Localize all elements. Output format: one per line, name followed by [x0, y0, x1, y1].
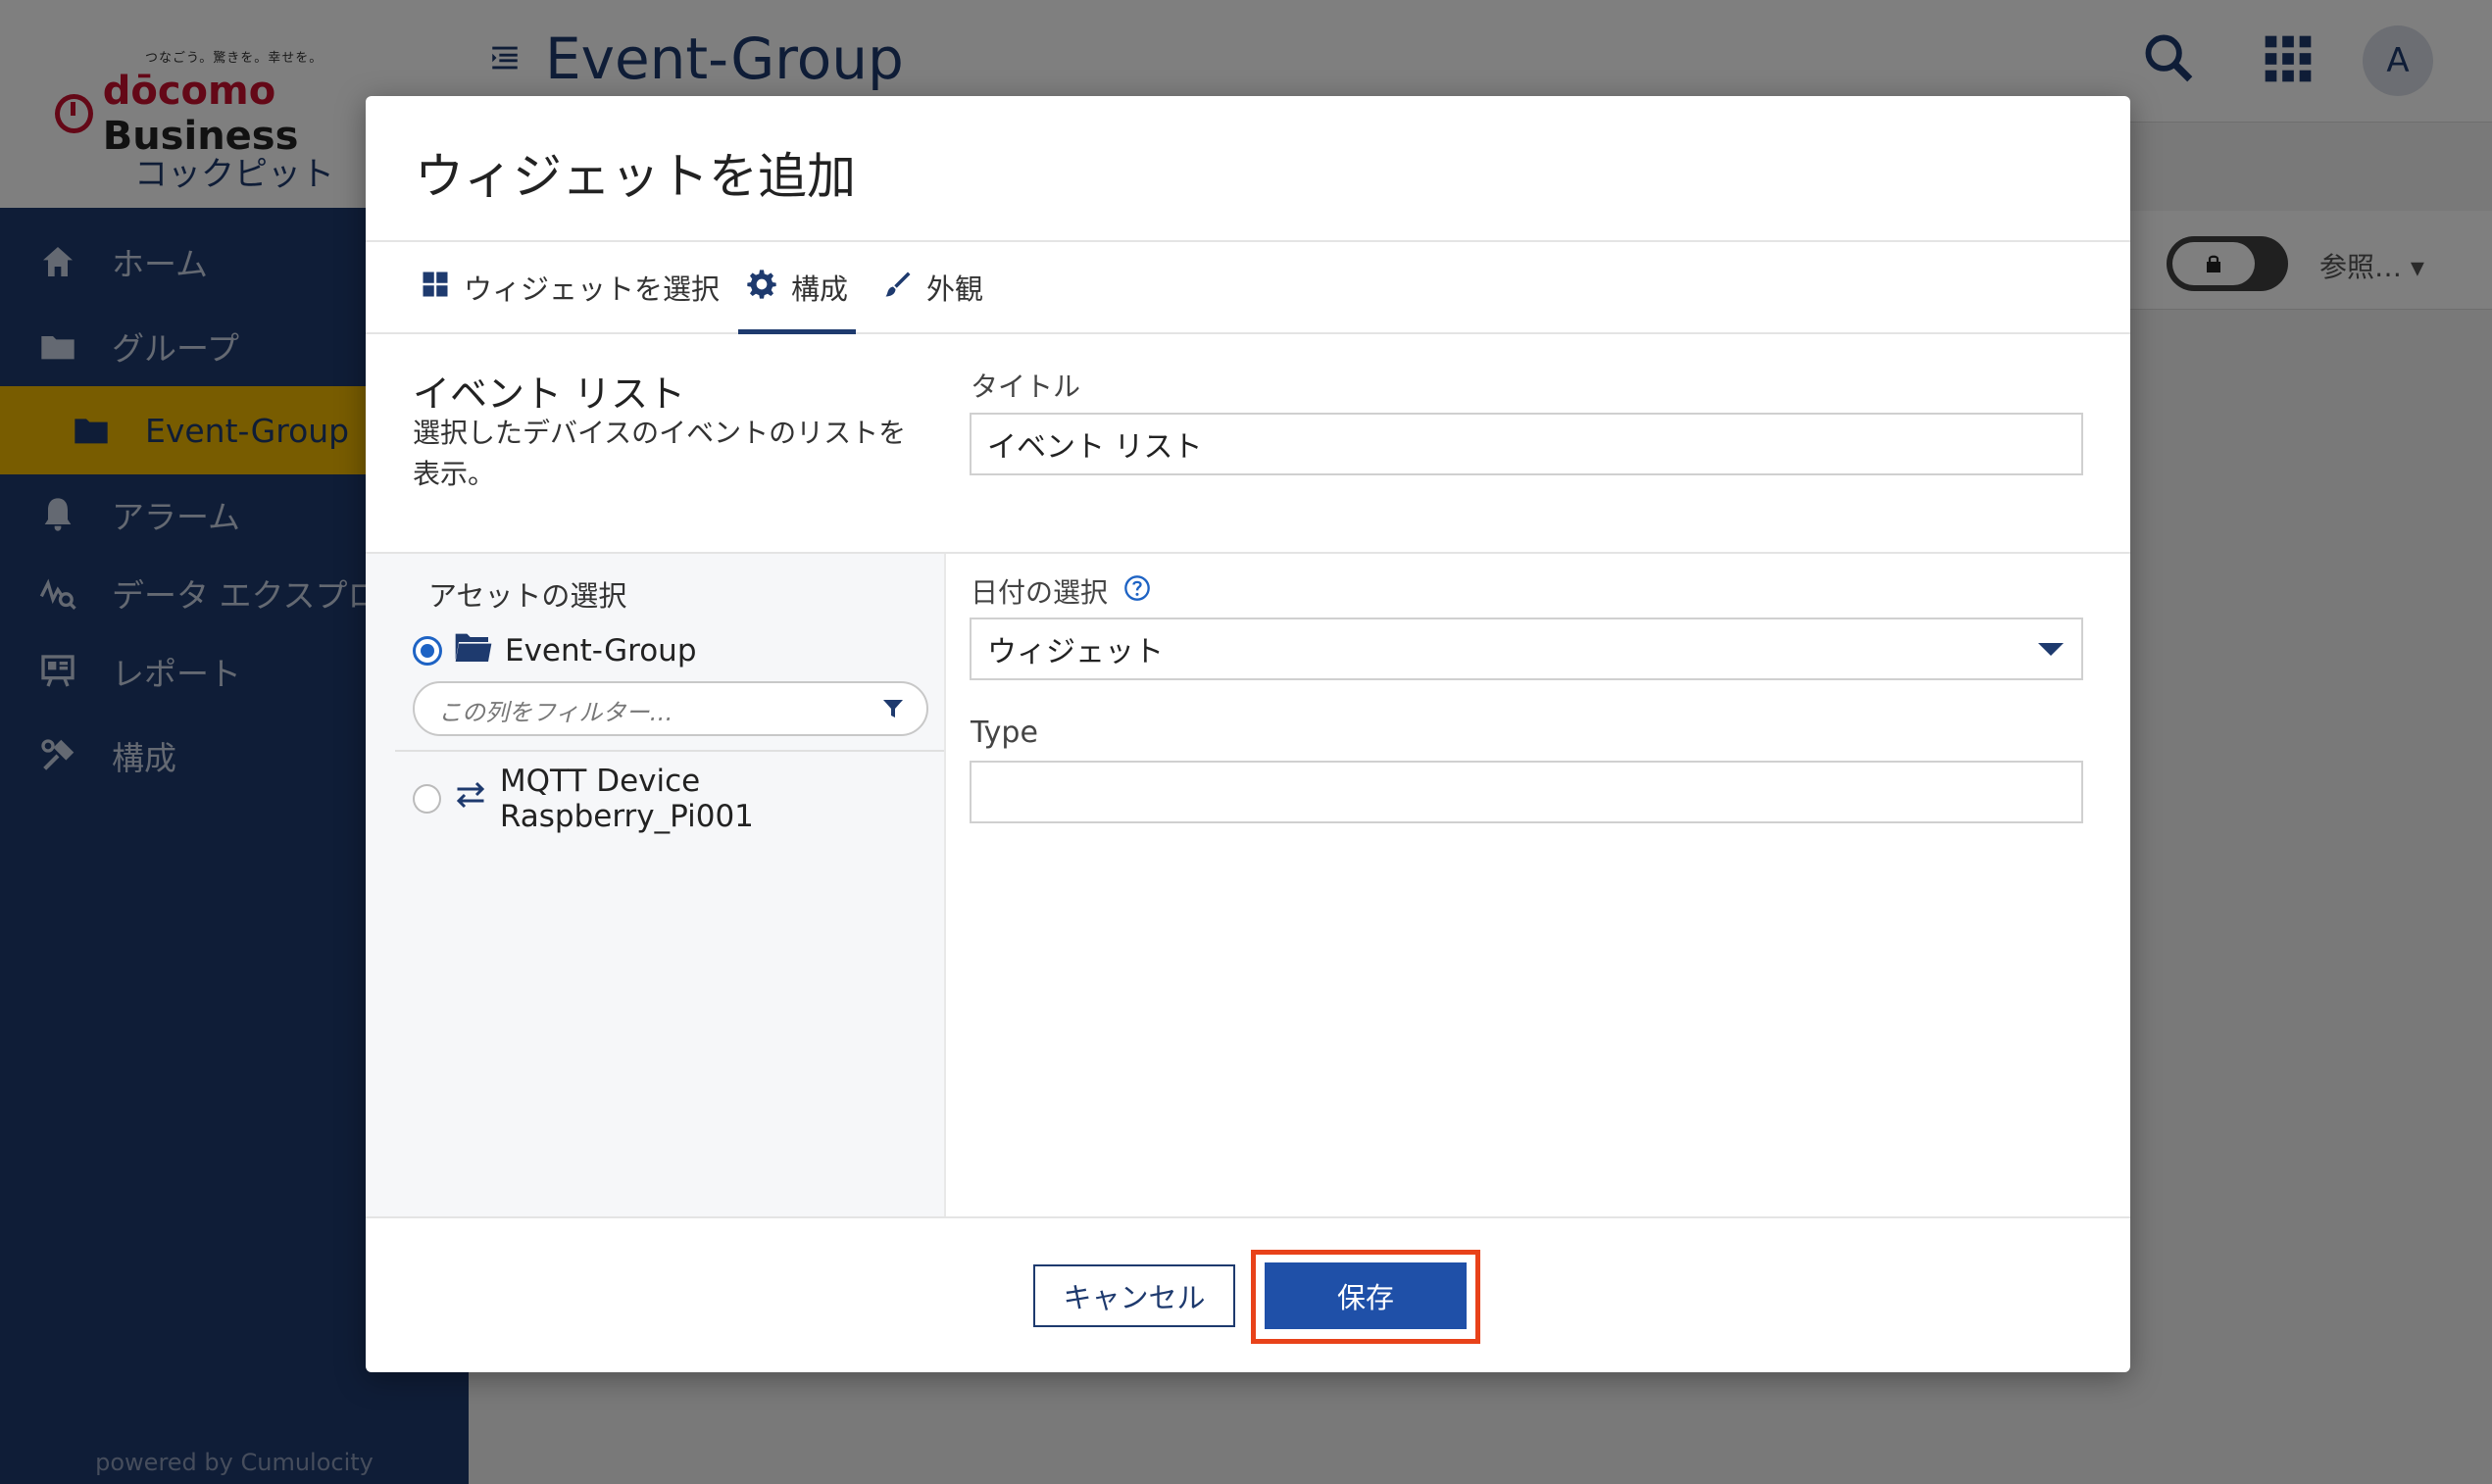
cancel-button[interactable]: キャンセル [1033, 1264, 1235, 1327]
date-field-label-row: 日付の選択 [971, 571, 1151, 611]
date-select-value: ウィジェット [987, 635, 1164, 669]
filter-icon[interactable] [881, 697, 905, 724]
device-icon [453, 780, 488, 817]
help-icon[interactable] [1123, 574, 1151, 609]
title-field-label: タイトル [971, 371, 1081, 403]
tab-label: 外観 [926, 272, 984, 306]
asset-radio[interactable] [413, 784, 441, 814]
filter-placeholder: この列をフィルター… [438, 699, 673, 726]
tab-configuration[interactable]: 構成 [738, 242, 857, 334]
dialog-footer: キャンセル 保存 [366, 1216, 2130, 1372]
dialog-tabs: ウィジェットを選択 構成 外観 [366, 242, 2130, 334]
tab-appearance[interactable]: 外観 [883, 242, 983, 332]
asset-selector: アセットの選択 Event-Group この列をフィルター… MQTT Devi… [366, 554, 946, 1216]
asset-label: MQTT Device Raspberry_Pi001 [499, 764, 754, 834]
asset-filter-input[interactable]: この列をフィルター… [413, 681, 928, 736]
type-input[interactable] [970, 761, 2083, 823]
date-select[interactable]: ウィジェット [970, 618, 2083, 680]
divider [395, 750, 944, 752]
brush-icon [883, 270, 913, 306]
dialog-title: ウィジェットを追加 [415, 148, 856, 205]
gear-icon [746, 269, 777, 307]
type-field-label: Type [971, 716, 1038, 750]
asset-item-mqtt-device[interactable]: MQTT Device Raspberry_Pi001 [413, 764, 944, 834]
tab-select-widget[interactable]: ウィジェットを選択 [421, 242, 720, 332]
title-input[interactable] [970, 413, 2083, 475]
date-field-label: 日付の選択 [971, 576, 1109, 609]
folder-open-icon [454, 630, 493, 671]
asset-label: Event-Group [505, 633, 697, 668]
add-widget-dialog: ウィジェットを追加 ウィジェットを選択 構成 外観 イベント リスト 選択したデ… [366, 96, 2130, 1372]
asset-selector-title: アセットの選択 [428, 579, 627, 613]
dialog-header: ウィジェットを追加 [366, 96, 2130, 242]
tab-label: ウィジェットを選択 [464, 272, 721, 306]
asset-item-event-group[interactable]: Event-Group [413, 630, 697, 671]
widget-info-section: イベント リスト 選択したデバイスのイベントのリストを表示。 タイトル [366, 334, 2130, 554]
tab-label: 構成 [791, 272, 849, 306]
asset-radio-selected[interactable] [413, 636, 442, 666]
grid-icon [421, 270, 450, 306]
chevron-down-icon [2038, 643, 2064, 656]
widget-description: 選択したデバイスのイベントのリストを表示。 [413, 417, 907, 490]
save-button[interactable]: 保存 [1265, 1262, 1467, 1329]
widget-name: イベント リスト [413, 372, 686, 416]
